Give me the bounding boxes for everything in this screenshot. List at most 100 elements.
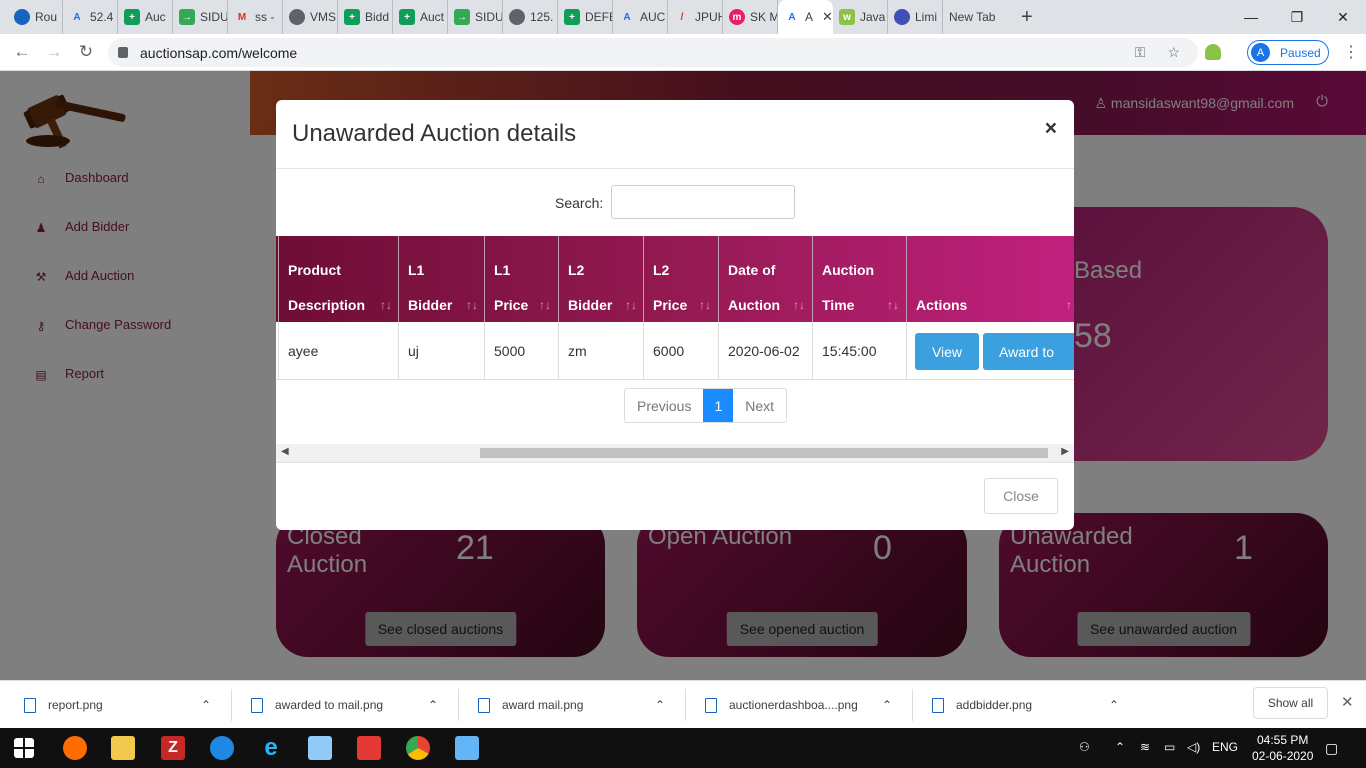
- column-header-actions[interactable]: Actions↑↓: [906, 236, 1074, 322]
- browser-tab[interactable]: + Auc: [118, 0, 173, 34]
- browser-tab[interactable]: A AUC: [613, 0, 668, 34]
- unawarded-auction-modal: Unawarded Auction details × Search: Prod…: [276, 100, 1074, 530]
- cell-time: 15:45:00: [812, 322, 906, 380]
- scrollbar-thumb[interactable]: [480, 448, 1048, 458]
- font-icon: A: [788, 11, 796, 23]
- scroll-left-icon[interactable]: ◀: [281, 446, 289, 457]
- chevron-up-icon[interactable]: ⌃: [201, 681, 211, 729]
- browser-tab[interactable]: w Java: [833, 0, 888, 34]
- sort-icon: ↑↓: [539, 298, 551, 312]
- windows-taskbar: Z e ⚇ ⌃ ≋ ▭ ◁) ENG 04:55 PM 02-06-2020 ▢: [0, 728, 1366, 768]
- close-window-icon[interactable]: ✕: [1320, 0, 1366, 34]
- close-icon[interactable]: ×: [1045, 117, 1057, 141]
- browser-tab[interactable]: 125.: [503, 0, 558, 34]
- filezilla-icon[interactable]: Z: [161, 736, 185, 760]
- forward-arrow-icon[interactable]: →: [38, 42, 70, 62]
- browser-tab[interactable]: m SK M: [723, 0, 778, 34]
- column-header-auction-time[interactable]: Auction Time ↑↓: [812, 236, 906, 322]
- android-extension-icon[interactable]: [1205, 44, 1221, 60]
- w3-icon: w: [839, 9, 855, 25]
- search-input[interactable]: [611, 185, 795, 219]
- browser-tab[interactable]: + Auct: [393, 0, 448, 34]
- chevron-up-icon[interactable]: ⌃: [882, 681, 892, 729]
- browser-tab[interactable]: +DEFE: [558, 0, 613, 34]
- sort-icon: ↑↓: [699, 298, 711, 312]
- column-header-l1-price[interactable]: L1 Price ↑↓: [484, 236, 558, 322]
- column-header-l2-bidder[interactable]: L2 Bidder ↑↓: [558, 236, 644, 322]
- reload-icon[interactable]: ↻: [70, 42, 102, 62]
- download-item[interactable]: awarded to mail.png: [251, 681, 383, 729]
- download-item[interactable]: auctionerdashboa....png: [705, 681, 858, 729]
- modal-title: Unawarded Auction details: [292, 120, 577, 147]
- language-indicator[interactable]: ENG: [1212, 740, 1238, 754]
- sort-icon: ↑↓: [466, 298, 478, 312]
- horizontal-scrollbar[interactable]: ◀ ▶: [276, 444, 1074, 462]
- menu-kebab-icon[interactable]: ⋮: [1343, 42, 1359, 62]
- cell-l1-bidder: uj: [398, 322, 485, 380]
- download-item[interactable]: addbidder.png: [932, 681, 1032, 729]
- windows-start-icon[interactable]: [14, 738, 34, 758]
- new-tab-plus-icon[interactable]: +: [1021, 6, 1033, 29]
- show-all-button[interactable]: Show all: [1253, 687, 1328, 719]
- minimize-icon[interactable]: —: [1228, 0, 1274, 34]
- previous-page-button[interactable]: Previous: [625, 389, 703, 422]
- browser-tab[interactable]: + Bidd: [338, 0, 393, 34]
- virtualbox-icon[interactable]: [455, 736, 479, 760]
- profile-button[interactable]: A Paused: [1247, 40, 1329, 65]
- close-button[interactable]: Close: [984, 478, 1058, 514]
- sync-icon[interactable]: [210, 736, 234, 760]
- people-icon[interactable]: ⚇: [1079, 740, 1090, 754]
- chevron-up-icon[interactable]: ⌃: [1109, 681, 1119, 729]
- image-file-icon: [24, 697, 36, 713]
- virtualbox-icon[interactable]: [308, 736, 332, 760]
- address-bar[interactable]: auctionsap.com/welcome ⚿ ☆: [108, 38, 1198, 67]
- star-icon[interactable]: ☆: [1167, 44, 1180, 61]
- divider: [276, 462, 1074, 463]
- scroll-right-icon[interactable]: ▶: [1061, 446, 1069, 457]
- browser-tab[interactable]: New Tab: [943, 0, 1013, 34]
- column-header-l1-bidder[interactable]: L1 Bidder ↑↓: [398, 236, 485, 322]
- firefox-icon[interactable]: [63, 736, 87, 760]
- maximize-icon[interactable]: ❐: [1274, 0, 1320, 34]
- browser-tab[interactable]: → SIDU: [173, 0, 228, 34]
- browser-tab[interactable]: Mss -: [228, 0, 283, 34]
- clock[interactable]: 04:55 PM 02-06-2020: [1252, 732, 1313, 764]
- chevron-up-icon[interactable]: ⌃: [428, 681, 438, 729]
- chevron-up-icon[interactable]: ⌃: [655, 681, 665, 729]
- download-item[interactable]: report.png: [24, 681, 103, 729]
- award-to-button[interactable]: Award to: [983, 333, 1074, 370]
- view-button[interactable]: View: [915, 333, 979, 370]
- anydesk-icon[interactable]: [357, 736, 381, 760]
- notification-icon[interactable]: ▢: [1325, 740, 1338, 757]
- download-item[interactable]: award mail.png: [478, 681, 583, 729]
- chevron-up-icon[interactable]: ⌃: [1115, 740, 1125, 754]
- back-arrow-icon[interactable]: ←: [6, 42, 38, 62]
- sheets-icon: +: [344, 9, 360, 25]
- browser-tab-active[interactable]: A A ✕: [778, 0, 833, 34]
- battery-icon[interactable]: ▭: [1164, 740, 1175, 754]
- browser-tab[interactable]: Limi: [888, 0, 943, 34]
- globe-icon: [14, 9, 30, 25]
- close-downloads-icon[interactable]: ✕: [1341, 693, 1354, 711]
- column-header-product-description[interactable]: Product Description ↑↓: [278, 236, 399, 322]
- key-icon[interactable]: ⚿: [1135, 44, 1146, 61]
- wifi-icon[interactable]: ≋: [1140, 740, 1150, 754]
- browser-tab[interactable]: Rou: [8, 0, 63, 34]
- browser-tab[interactable]: → SIDU: [448, 0, 503, 34]
- sort-icon: ↑↓: [1066, 298, 1074, 312]
- browser-tab[interactable]: A 52.4: [63, 0, 118, 34]
- font-icon: A: [623, 11, 631, 23]
- file-explorer-icon[interactable]: [111, 736, 135, 760]
- close-tab-icon[interactable]: ✕: [822, 9, 833, 25]
- chrome-icon[interactable]: [406, 736, 430, 760]
- internet-explorer-icon[interactable]: e: [259, 736, 283, 760]
- next-page-button[interactable]: Next: [733, 389, 786, 422]
- column-header-l2-price[interactable]: L2 Price ↑↓: [643, 236, 718, 322]
- volume-icon[interactable]: ◁): [1187, 740, 1200, 754]
- browser-tab[interactable]: VMS: [283, 0, 338, 34]
- browser-tab-strip: Rou A 52.4 + Auc → SIDU Mss - VMS + Bidd + Au…: [0, 0, 1366, 34]
- browser-tab[interactable]: /JPUH: [668, 0, 723, 34]
- page-1-button[interactable]: 1: [703, 389, 734, 422]
- column-header-date-of-auction[interactable]: Date of Auction ↑↓: [718, 236, 812, 322]
- sort-icon: ↑↓: [887, 298, 899, 312]
